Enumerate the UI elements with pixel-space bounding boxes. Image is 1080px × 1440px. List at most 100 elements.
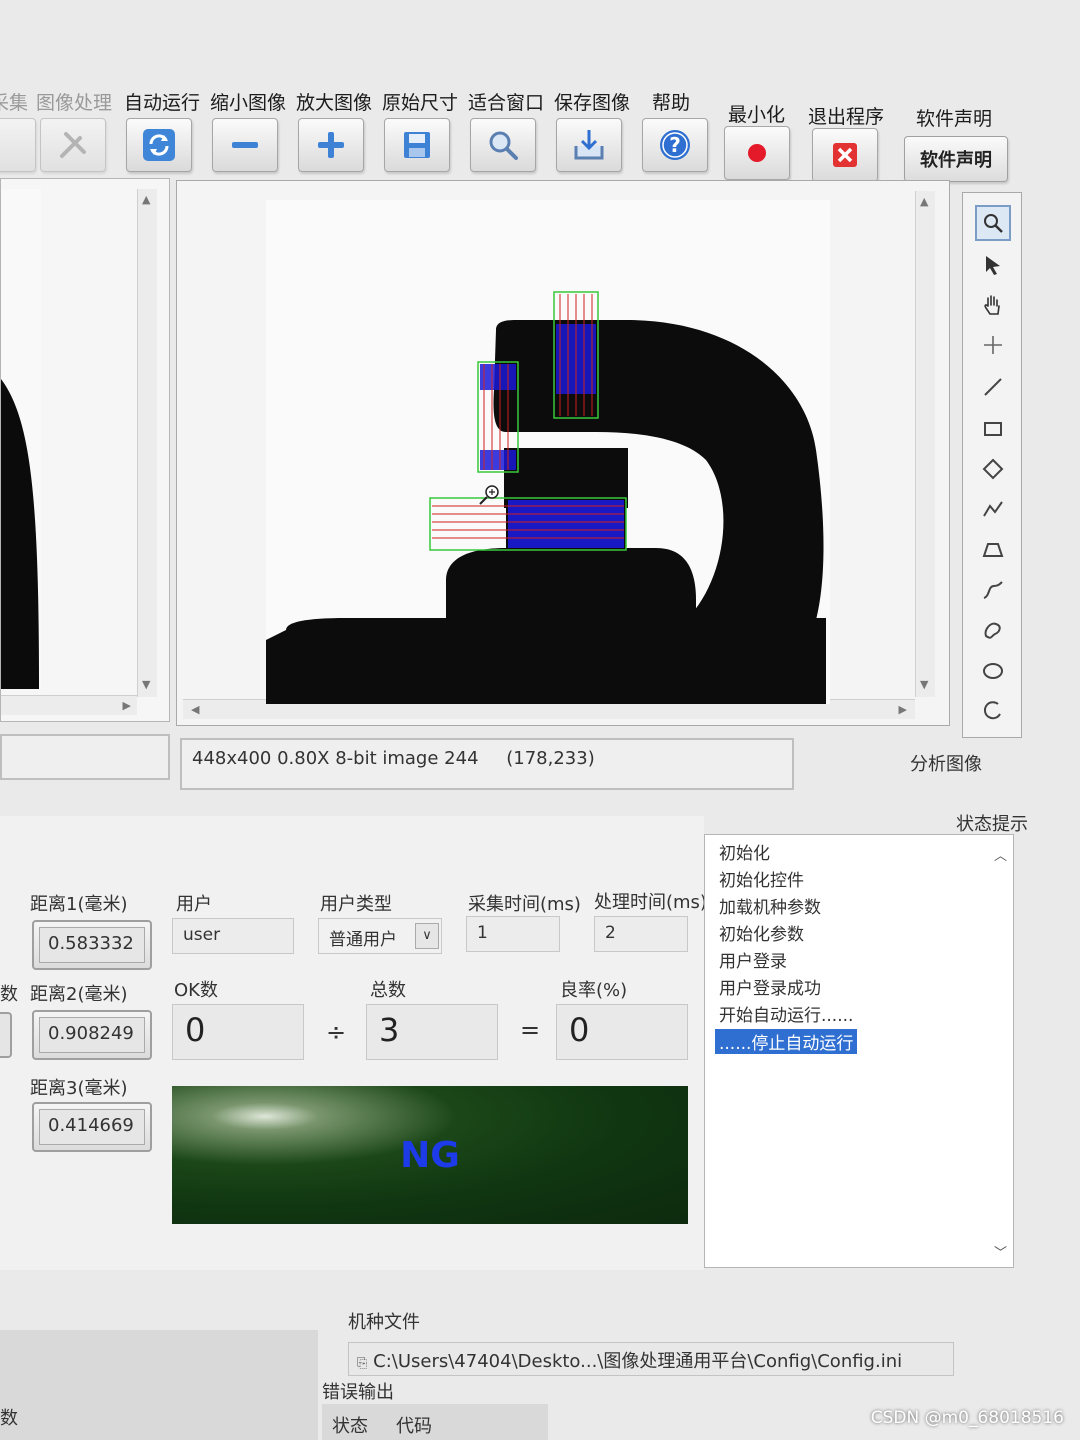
help-icon: ? <box>660 130 690 160</box>
path-icon: ⎘ <box>357 1356 368 1371</box>
freehand-line-tool[interactable] <box>975 573 1011 609</box>
toolbar-label-save-image: 保存图像 <box>554 92 631 114</box>
save-image-button[interactable] <box>556 118 622 172</box>
user-label: 用户 <box>176 894 212 915</box>
arc-tool[interactable] <box>975 693 1011 729</box>
toolbar-label-zoom-in: 放大图像 <box>296 92 373 114</box>
bottom-left-text: 数 <box>0 1408 18 1429</box>
status-log-list[interactable]: 初始化 初始化控件 加载机种参数 初始化参数 用户登录 用户登录成功 开始自动运… <box>704 834 1014 1268</box>
freehand-region-tool[interactable] <box>975 613 1011 649</box>
inspection-image-canvas[interactable] <box>266 200 830 704</box>
secondary-horizontal-scrollbar[interactable]: ▶ <box>1 695 137 715</box>
result-indicator: NG <box>172 1086 688 1224</box>
toolbar-label-declaration: 软件声明 <box>916 108 993 130</box>
model-file-label: 机种文件 <box>348 1312 420 1333</box>
polygon-icon <box>982 543 1004 557</box>
log-item[interactable]: 开始自动运行...... <box>719 1001 853 1026</box>
refresh-icon <box>143 129 175 161</box>
pointer-arrow-icon <box>986 256 1000 275</box>
user-type-select[interactable]: 普通用户 ∨ <box>318 918 442 954</box>
capture-time-label: 采集时间(ms) <box>468 894 581 915</box>
toolbar-label-exit: 退出程序 <box>808 106 885 128</box>
bottom-left-panel <box>0 1330 318 1440</box>
scroll-up-icon[interactable]: ▲ <box>142 193 150 206</box>
user-type-label: 用户类型 <box>320 894 392 915</box>
ok-count-label: OK数 <box>174 980 218 1001</box>
capture-time-field[interactable]: 1 <box>466 916 560 952</box>
toolbar-label-auto-run: 自动运行 <box>124 92 201 114</box>
log-item[interactable]: 用户登录 <box>719 947 787 972</box>
line-tool[interactable] <box>975 369 1011 405</box>
log-item[interactable]: 用户登录成功 <box>719 974 821 999</box>
distance3-label: 距离3(毫米) <box>30 1078 128 1099</box>
help-button[interactable]: ? <box>642 118 708 172</box>
point-tool[interactable] <box>975 327 1011 363</box>
log-item[interactable]: 加载机种参数 <box>719 893 821 918</box>
distance3-display: 0.414669 <box>32 1102 152 1152</box>
distance2-display: 0.908249 <box>32 1010 152 1060</box>
exit-button[interactable] <box>812 128 878 182</box>
distance2-label: 距离2(毫米) <box>30 984 128 1005</box>
chevron-down-icon[interactable]: ∨ <box>415 923 439 949</box>
drawing-tool-palette <box>962 192 1022 738</box>
minimize-button[interactable] <box>724 126 790 180</box>
model-file-path-field[interactable]: ⎘ C:\Users\47404\Deskto...\图像处理通用平台\Conf… <box>348 1342 954 1376</box>
magnifier-icon <box>984 214 1003 233</box>
polyline-tool[interactable] <box>975 491 1011 527</box>
original-size-button[interactable] <box>384 118 450 172</box>
pan-tool[interactable] <box>975 287 1011 323</box>
plus-icon <box>318 132 344 158</box>
scroll-up-icon[interactable]: ▲ <box>920 195 928 208</box>
result-text: NG <box>400 1134 460 1176</box>
zoom-out-button[interactable] <box>212 118 278 172</box>
cursor-coordinates: (178,233) <box>506 748 595 769</box>
scroll-left-icon[interactable]: ◀ <box>191 703 199 716</box>
process-time-label: 处理时间(ms) <box>594 892 707 913</box>
scroll-down-icon[interactable]: ▼ <box>142 678 150 691</box>
secondary-vertical-scrollbar[interactable]: ▲ ▼ <box>137 189 157 697</box>
rotated-rectangle-tool[interactable] <box>975 451 1011 487</box>
roi-measure-3[interactable] <box>429 497 627 551</box>
process-time-field[interactable]: 2 <box>594 916 688 952</box>
zoom-in-button[interactable] <box>298 118 364 172</box>
total-count-field: 3 <box>366 1004 498 1060</box>
svg-text:?: ? <box>669 133 681 157</box>
scroll-right-icon[interactable]: ▶ <box>899 703 907 716</box>
diamond-icon <box>982 458 1004 480</box>
toolbar-label-help: 帮助 <box>652 92 691 114</box>
polyline-icon <box>983 501 1003 517</box>
user-field[interactable]: user <box>172 918 294 954</box>
polygon-tool[interactable] <box>975 533 1011 569</box>
log-item[interactable]: 初始化控件 <box>719 866 804 891</box>
auto-run-button[interactable] <box>126 118 192 172</box>
scroll-up-icon[interactable]: ︿ <box>994 845 1007 864</box>
left-edge-text: 数 <box>0 984 18 1005</box>
log-item[interactable]: 初始化 <box>719 839 770 864</box>
yield-rate-field: 0 <box>556 1004 688 1060</box>
capture-button[interactable] <box>0 118 36 172</box>
save-icon <box>404 132 430 158</box>
zoom-tool[interactable] <box>975 205 1011 241</box>
secondary-image-object <box>1 379 39 689</box>
total-count-label: 总数 <box>370 980 406 1001</box>
log-item-selected[interactable]: ......停止自动运行 <box>715 1029 858 1054</box>
zoom-cursor-icon <box>479 485 499 505</box>
fit-window-button[interactable] <box>470 118 536 172</box>
scroll-right-icon[interactable]: ▶ <box>123 699 131 712</box>
oval-tool[interactable] <box>975 653 1011 689</box>
select-tool[interactable] <box>975 247 1011 283</box>
scroll-down-icon[interactable]: ▼ <box>920 678 928 691</box>
main-vertical-scrollbar[interactable]: ▲ ▼ <box>915 191 935 697</box>
declaration-button[interactable]: 软件声明 <box>904 136 1008 182</box>
crosshair-icon <box>984 336 1002 354</box>
divide-sign: ÷ <box>326 1018 347 1046</box>
distance1-display: 0.583332 <box>32 920 152 970</box>
log-item[interactable]: 初始化参数 <box>719 920 804 945</box>
error-output-table: 状态 代码 <box>322 1404 548 1440</box>
rectangle-tool[interactable] <box>975 411 1011 447</box>
scroll-down-icon[interactable]: ﹀ <box>994 1242 1007 1261</box>
yield-rate-label: 良率(%) <box>560 980 628 1001</box>
secondary-status-bar <box>0 734 170 780</box>
image-processing-button[interactable] <box>40 118 106 172</box>
image-info-text: 448x400 0.80X 8-bit image 244 <box>192 748 479 769</box>
